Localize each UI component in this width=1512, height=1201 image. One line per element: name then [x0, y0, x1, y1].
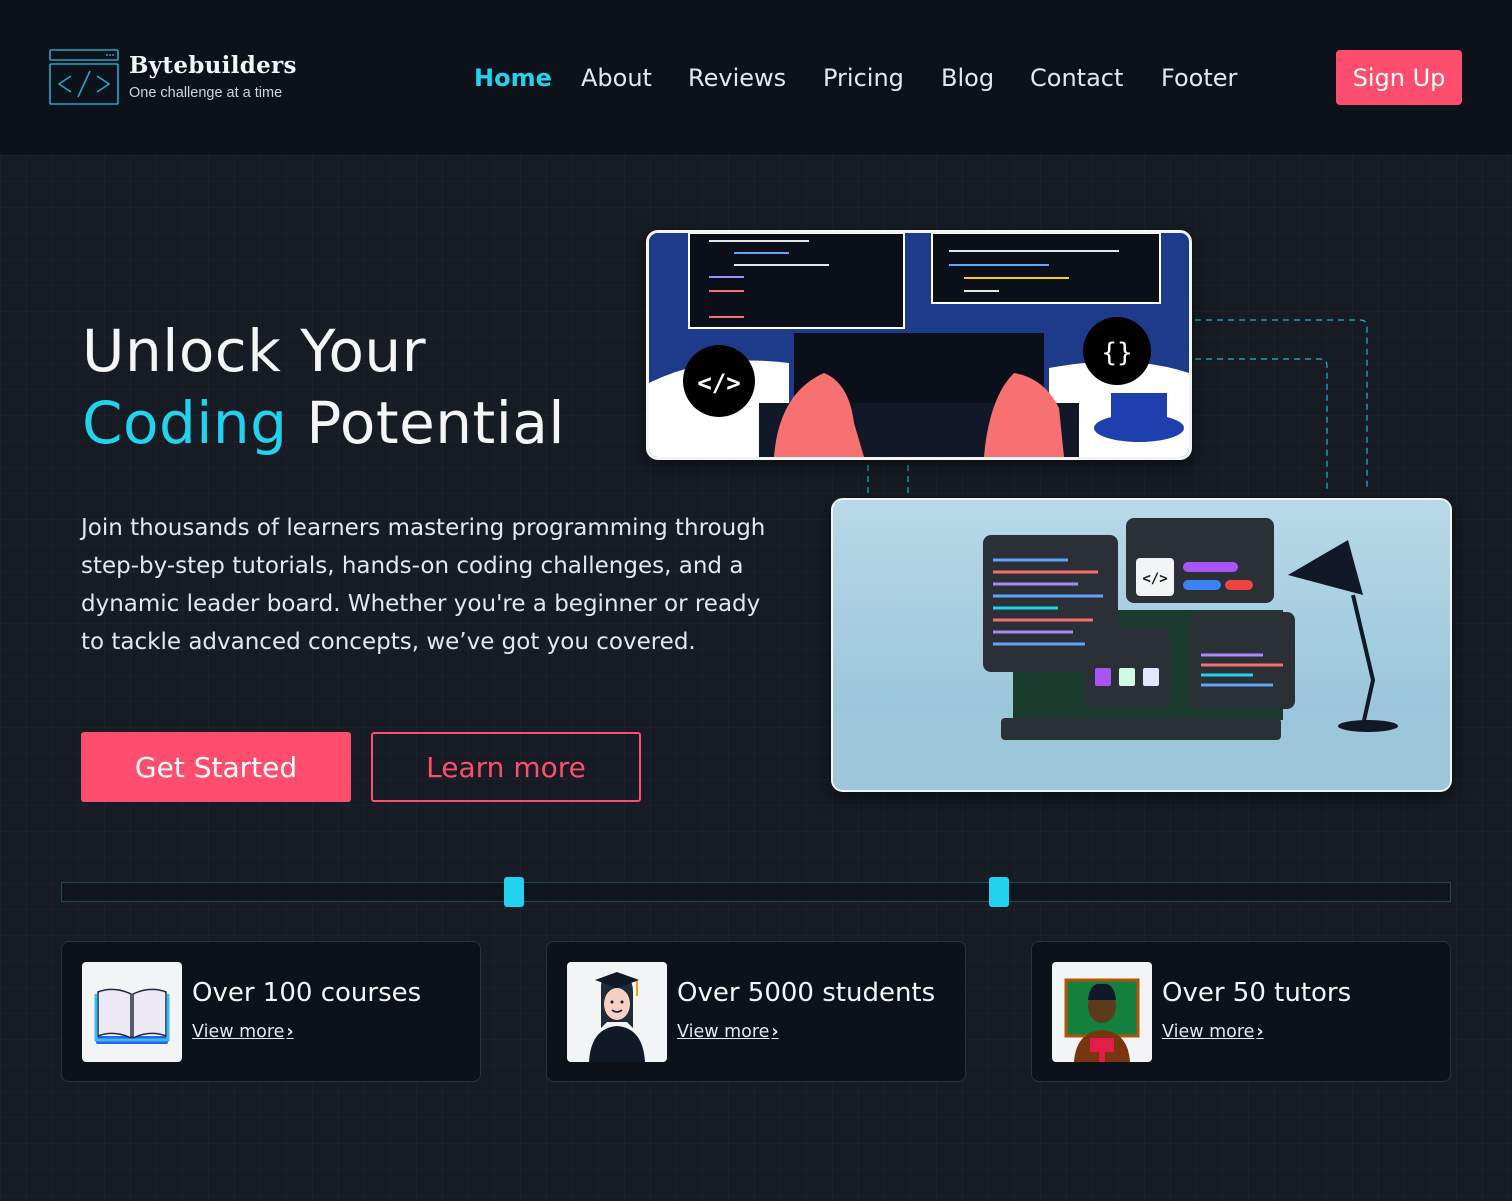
- slider-handle-left[interactable]: [504, 877, 524, 907]
- nav-link-blog[interactable]: Blog: [941, 60, 994, 96]
- stat-card-tutors: Over 50 tutors View more ›: [1031, 941, 1451, 1082]
- svg-text:{}: {}: [1101, 338, 1132, 368]
- code-window-logo-icon: [49, 49, 119, 105]
- view-more-link[interactable]: View more ›: [677, 1022, 779, 1042]
- sign-up-button[interactable]: Sign Up: [1336, 50, 1462, 105]
- laptop-coding-illustration: </> {}: [649, 233, 1189, 457]
- hero-title-rest: Potential: [287, 389, 566, 457]
- nav-link-pricing[interactable]: Pricing: [823, 60, 904, 96]
- nav-link-contact[interactable]: Contact: [1030, 60, 1123, 96]
- get-started-button[interactable]: Get Started: [81, 732, 351, 802]
- progress-slider-track[interactable]: [61, 882, 1451, 902]
- hero-illustration-laptop-coding: </> {}: [646, 230, 1192, 460]
- stat-card-courses: Over 100 courses View more ›: [61, 941, 481, 1082]
- laptop-windows-illustration: </>: [833, 500, 1450, 790]
- chevron-right-icon: ›: [771, 1022, 779, 1042]
- brand-tagline: One challenge at a time: [129, 85, 283, 101]
- hero-title-accent: Coding: [82, 389, 288, 457]
- view-more-label: View more: [1162, 1022, 1255, 1042]
- site-header: Bytebuilders One challenge at a time Hom…: [0, 0, 1512, 155]
- hero-illustration-laptop-windows: </>: [831, 498, 1452, 792]
- nav-link-reviews[interactable]: Reviews: [688, 60, 786, 96]
- stat-card-students: Over 5000 students View more ›: [546, 941, 966, 1082]
- view-more-label: View more: [192, 1022, 285, 1042]
- graduate-student-icon: [567, 962, 667, 1062]
- svg-text:</>: </>: [1142, 571, 1167, 587]
- open-book-icon: [82, 962, 182, 1062]
- stat-title: Over 50 tutors: [1162, 978, 1352, 1008]
- view-more-link[interactable]: View more ›: [1162, 1022, 1264, 1042]
- nav-link-home[interactable]: Home: [474, 60, 552, 96]
- nav-link-about[interactable]: About: [581, 60, 652, 96]
- chevron-right-icon: ›: [1256, 1022, 1264, 1042]
- hero-title: Unlock Your Coding Potential: [82, 315, 565, 459]
- slider-handle-right[interactable]: [989, 877, 1009, 907]
- stat-title: Over 100 courses: [192, 978, 422, 1008]
- brand-name[interactable]: Bytebuilders: [129, 52, 297, 79]
- chevron-right-icon: ›: [286, 1022, 294, 1042]
- view-more-label: View more: [677, 1022, 770, 1042]
- view-more-link[interactable]: View more ›: [192, 1022, 294, 1042]
- stat-title: Over 5000 students: [677, 978, 936, 1008]
- hero-description: Join thousands of learners mastering pro…: [81, 515, 766, 655]
- learn-more-button[interactable]: Learn more: [371, 732, 641, 802]
- hero-title-line1: Unlock Your: [82, 317, 427, 385]
- svg-text:</>: </>: [697, 369, 740, 397]
- teacher-icon: [1052, 962, 1152, 1062]
- nav-link-footer[interactable]: Footer: [1161, 60, 1237, 96]
